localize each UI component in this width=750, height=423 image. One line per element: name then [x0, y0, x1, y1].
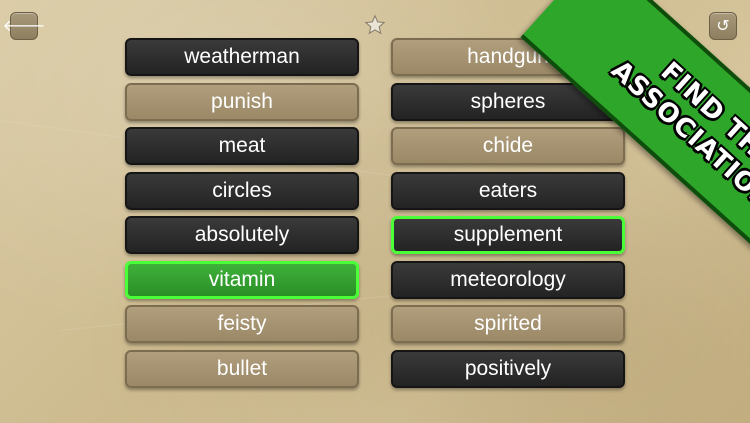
back-button[interactable]: 🡐 — [3, 12, 45, 40]
left-word-tile[interactable]: bullet — [125, 349, 359, 388]
arrow-left-icon: 🡐 — [2, 16, 46, 35]
left-word-tile[interactable]: punish — [125, 82, 359, 121]
right-word-tile[interactable]: positively — [391, 349, 625, 388]
right-word-tile[interactable]: spirited — [391, 305, 625, 343]
right-word-tile[interactable]: supplement — [391, 216, 625, 254]
right-word-tile[interactable]: eaters — [391, 171, 625, 210]
left-word-tile[interactable]: feisty — [125, 305, 359, 343]
left-word-tile[interactable]: vitamin — [125, 260, 359, 299]
left-word-tile[interactable]: meat — [125, 127, 359, 165]
right-word-tile[interactable]: chide — [391, 127, 625, 165]
undo-icon: ↺ — [716, 16, 730, 35]
left-word-tile[interactable]: absolutely — [125, 216, 359, 254]
undo-button[interactable]: ↺ — [709, 12, 737, 40]
star-icon — [364, 14, 386, 35]
left-word-tile[interactable]: weatherman — [125, 38, 359, 76]
left-word-tile[interactable]: circles — [125, 171, 359, 210]
right-word-tile[interactable]: meteorology — [391, 260, 625, 299]
